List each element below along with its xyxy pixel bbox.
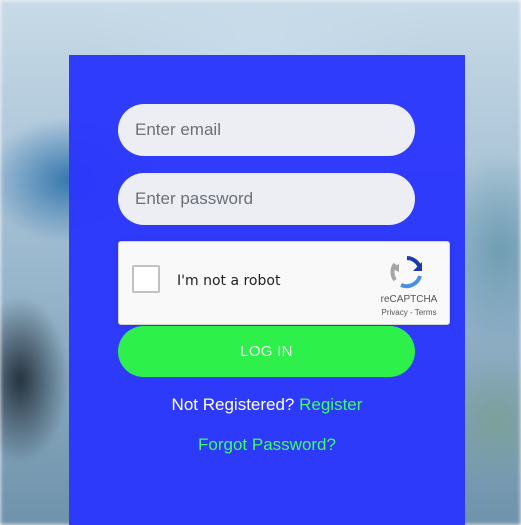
register-prompt-text: Not Registered? [171, 395, 300, 414]
recaptcha-arrows-icon [390, 256, 422, 289]
recaptcha-terms-link[interactable]: Terms [415, 308, 437, 317]
recaptcha-checkbox[interactable] [132, 265, 160, 293]
password-field[interactable] [118, 173, 415, 225]
login-card: I'm not a robot reCAPTCHA Privacy - Term… [69, 55, 465, 525]
email-field[interactable] [118, 104, 415, 156]
recaptcha-link-separator: - [407, 308, 415, 317]
forgot-password-link[interactable]: Forgot Password? [198, 435, 336, 454]
forgot-password-line: Forgot Password? [69, 435, 465, 455]
recaptcha-links: Privacy - Terms [371, 308, 447, 317]
recaptcha-widget: I'm not a robot reCAPTCHA Privacy - Term… [118, 241, 450, 325]
register-link[interactable]: Register [299, 395, 362, 414]
recaptcha-privacy-link[interactable]: Privacy [382, 308, 408, 317]
recaptcha-brand: reCAPTCHA [380, 294, 438, 305]
register-prompt-line: Not Registered? Register [69, 395, 465, 415]
recaptcha-label: I'm not a robot [177, 273, 281, 289]
login-button[interactable]: LOG IN [118, 326, 415, 377]
